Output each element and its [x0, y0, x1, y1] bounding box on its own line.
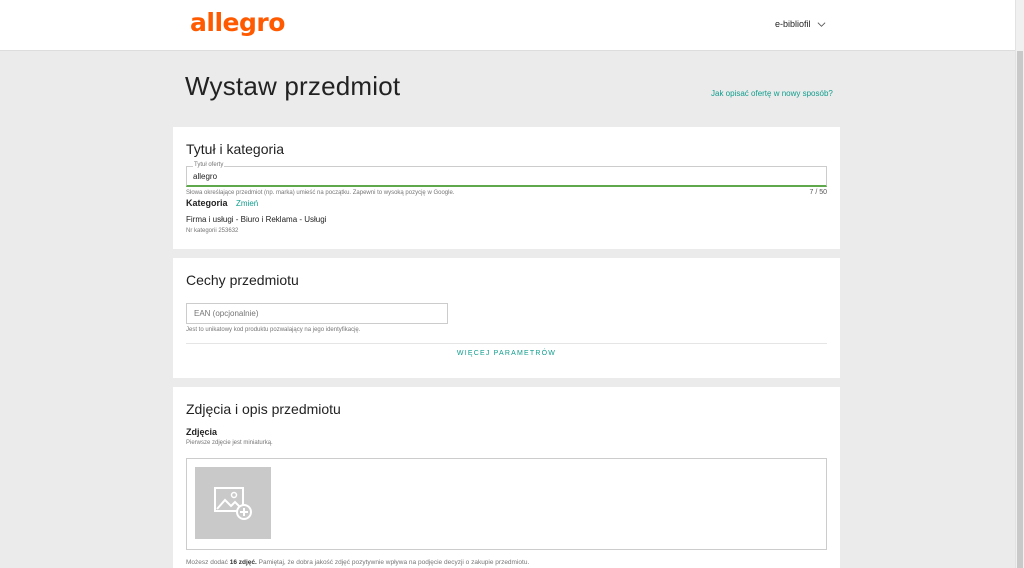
photo-note-suffix: Pamiętaj, że dobra jakość zdjęć pozytywn…: [256, 559, 530, 566]
photos-label: Zdjęcia: [186, 427, 218, 437]
more-parameters-button[interactable]: WIĘCEJ PARAMETRÓW: [173, 350, 840, 357]
divider: [186, 343, 827, 344]
title-char-counter: 7 / 50: [809, 189, 827, 196]
offer-title-label: Tytuł oferty: [193, 162, 225, 168]
offer-title-input[interactable]: [193, 172, 793, 181]
category-number: Nr kategorii 253632: [186, 228, 239, 234]
photo-note: Możesz dodać 16 zdjęć. Pamiętaj, że dobr…: [186, 559, 529, 566]
ean-input[interactable]: [194, 309, 434, 318]
photo-note-count: 16 zdjęć.: [229, 559, 257, 566]
category-path: Firma i usługi - Biuro i Reklama - Usług…: [186, 215, 327, 224]
category-label: Kategoria: [186, 198, 228, 208]
user-name[interactable]: e-bibliofil: [775, 19, 811, 29]
page-title: Wystaw przedmiot: [185, 71, 401, 101]
features-card: Cechy przedmiotu Jest to unikatowy kod p…: [173, 258, 840, 378]
ean-field[interactable]: [186, 303, 448, 324]
ean-hint: Jest to unikatowy kod produktu pozwalają…: [186, 327, 361, 333]
scrollbar-thumb[interactable]: [1017, 51, 1023, 568]
section-heading: Cechy przedmiotu: [186, 272, 299, 288]
offer-title-field[interactable]: Tytuł oferty: [186, 162, 827, 187]
add-image-icon: [214, 487, 252, 520]
section-heading: Tytuł i kategoria: [186, 141, 285, 157]
offer-title-hint: Słowa określające przedmiot (np. marka) …: [186, 190, 455, 196]
photo-note-prefix: Możesz dodać: [186, 559, 230, 566]
top-bar: allegro e-bibliofil: [0, 0, 1015, 51]
add-photo-slot[interactable]: [195, 467, 271, 539]
user-menu[interactable]: e-bibliofil: [775, 19, 826, 29]
photo-dropzone[interactable]: [186, 458, 827, 550]
section-heading: Zdjęcia i opis przedmiotu: [186, 401, 341, 417]
scrollbar[interactable]: [1015, 0, 1024, 568]
help-link[interactable]: Jak opisać ofertę w nowy sposób?: [711, 89, 833, 98]
photos-hint: Pierwsze zdjęcie jest miniaturką.: [186, 440, 273, 446]
title-category-card: Tytuł i kategoria Tytuł oferty Słowa okr…: [173, 127, 840, 249]
photos-description-card: Zdjęcia i opis przedmiotu Zdjęcia Pierws…: [173, 387, 840, 568]
chevron-down-icon[interactable]: [817, 20, 826, 29]
category-change-link[interactable]: Zmień: [236, 199, 258, 208]
allegro-logo[interactable]: allegro: [190, 8, 285, 37]
